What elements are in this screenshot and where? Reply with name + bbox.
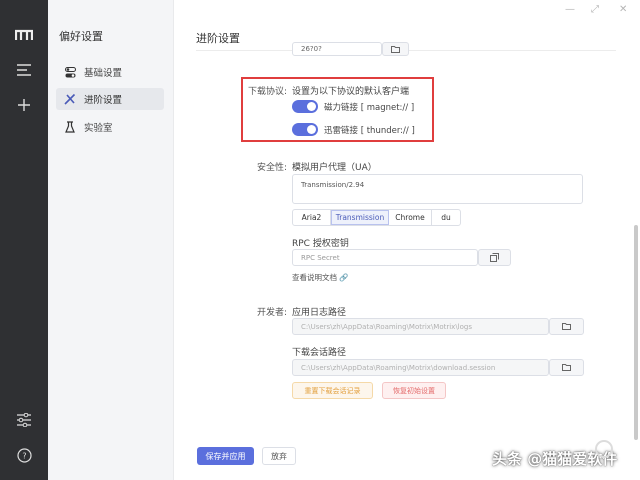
folder-button[interactable] (382, 42, 409, 56)
copy-button[interactable] (478, 249, 511, 266)
log-path-label: 应用日志路径 (292, 308, 347, 318)
logo-icon[interactable] (14, 25, 34, 45)
sidebar-item-label: 进阶设置 (84, 95, 123, 106)
sidebar-item-advanced[interactable]: 进阶设置 (56, 88, 164, 110)
highlight-box (241, 77, 434, 142)
add-icon[interactable] (14, 95, 34, 115)
session-folder-button[interactable] (549, 359, 584, 376)
preferences-sidebar: 偏好设置 基础设置 进阶设置 实验室 (48, 0, 174, 480)
session-path-label: 下载会话路径 (292, 348, 347, 358)
toggle-icon (64, 66, 76, 78)
ua-preset-tabs: Aria2 Transmission Chrome du (292, 209, 461, 226)
ua-label: 模拟用户代理（UA） (292, 163, 377, 173)
session-path-input[interactable]: C:\Users\zh\AppData\Roaming\Motrix\downl… (292, 359, 549, 376)
doc-link-label: 查看说明文档 (292, 273, 337, 282)
log-folder-button[interactable] (549, 318, 584, 335)
sliders-icon[interactable] (14, 410, 34, 430)
tools-icon (64, 93, 76, 105)
reset-session-button[interactable]: 重置下载会话记录 (292, 382, 373, 399)
sidebar-item-label: 实验室 (84, 123, 113, 134)
sidebar-title: 偏好设置 (59, 30, 103, 43)
menu-icon[interactable] (14, 60, 34, 80)
app-rail: ? (0, 0, 48, 480)
factory-reset-button[interactable]: 恢复初始设置 (382, 382, 446, 399)
folder-icon (562, 323, 571, 330)
settings-main: — ⤢ ✕ 进阶设置 26?0? 下载协议: 设置为以下协议的默认客户端 磁力链… (175, 0, 640, 480)
log-path-input[interactable]: C:\Users\zh\AppData\Roaming\Motrix\Motri… (292, 318, 549, 335)
page-title: 进阶设置 (196, 32, 240, 45)
scrollbar[interactable] (634, 225, 638, 440)
watermark-circle-icon (595, 440, 613, 458)
copy-icon (490, 253, 499, 262)
sidebar-item-basic[interactable]: 基础设置 (56, 61, 164, 83)
close-icon[interactable]: ✕ (619, 4, 627, 15)
folder-icon (562, 364, 571, 371)
svg-text:?: ? (22, 451, 26, 460)
save-apply-button[interactable]: 保存并应用 (197, 447, 254, 465)
sidebar-item-label: 基础设置 (84, 68, 123, 79)
discard-button[interactable]: 放弃 (262, 447, 296, 465)
ua-textarea[interactable]: Transmission/2.94 (292, 174, 583, 204)
rpc-secret-input[interactable]: RPC Secret (292, 249, 478, 266)
tab-chrome[interactable]: Chrome (389, 210, 432, 225)
sidebar-item-lab[interactable]: 实验室 (56, 116, 164, 138)
minimize-icon[interactable]: — (565, 4, 575, 15)
rpc-label: RPC 授权密钥 (292, 239, 349, 249)
tab-aria2[interactable]: Aria2 (293, 210, 331, 225)
restore-icon[interactable]: ⤢ (591, 4, 599, 15)
flask-icon (64, 121, 76, 133)
tab-transmission[interactable]: Transmission (331, 210, 389, 225)
doc-link[interactable]: 查看说明文档 🔗 (292, 272, 349, 283)
link-icon: 🔗 (339, 273, 349, 282)
security-label: 安全性: (256, 163, 287, 173)
help-icon[interactable]: ? (14, 445, 34, 465)
developer-label: 开发者: (256, 308, 287, 318)
folder-icon (391, 45, 400, 53)
tab-du[interactable]: du (432, 210, 460, 225)
top-partial-input[interactable]: 26?0? (292, 42, 382, 56)
